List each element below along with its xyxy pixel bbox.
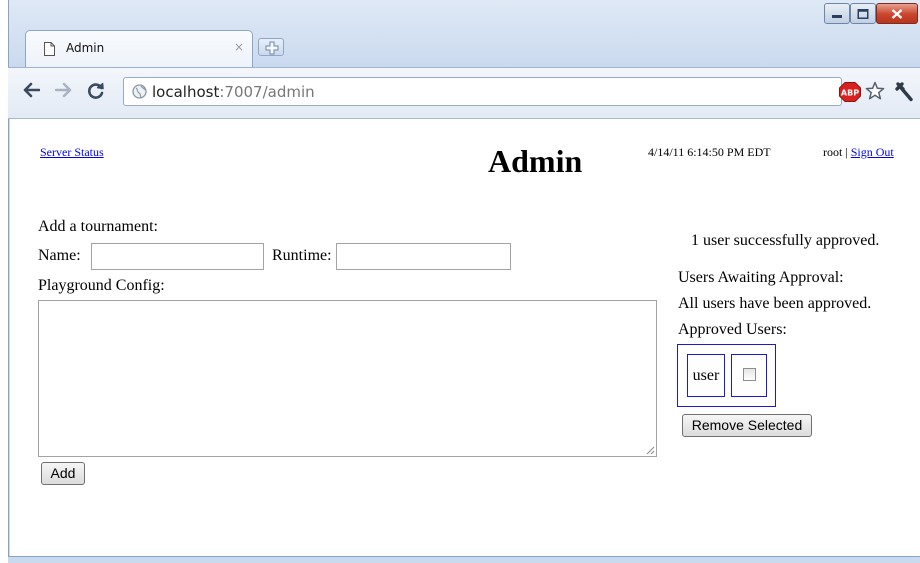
maximize-button[interactable] (850, 3, 876, 24)
runtime-label: Runtime: (272, 247, 332, 264)
playground-config-textarea[interactable] (38, 300, 657, 457)
url-path: :7007/admin (219, 83, 315, 101)
minimize-button[interactable] (824, 3, 850, 24)
new-tab-button[interactable] (258, 38, 284, 56)
window-bottom-border (8, 556, 920, 563)
browser-toolbar: localhost:7007/admin ABP (8, 67, 920, 119)
page-icon (44, 42, 55, 56)
name-input[interactable] (91, 243, 264, 270)
minimize-icon (832, 14, 842, 18)
tab-title: Admin (66, 41, 105, 55)
abp-label: ABP (841, 89, 859, 98)
page-title: Admin (488, 143, 583, 179)
runtime-input[interactable] (336, 243, 511, 270)
server-status-link[interactable]: Server Status (40, 145, 104, 160)
remove-selected-button[interactable]: Remove Selected (682, 414, 812, 437)
approval-notice: 1 user successfully approved. (691, 232, 880, 249)
user-links: root | Sign Out (823, 145, 894, 160)
back-arrow-icon[interactable] (22, 82, 40, 98)
address-bar[interactable]: localhost:7007/admin (123, 77, 842, 106)
approved-users-table: user (677, 344, 776, 407)
url-text: localhost:7007/admin (152, 83, 315, 101)
playground-config-label: Playground Config: (38, 277, 165, 294)
name-label: Name: (38, 247, 81, 264)
globe-icon (132, 84, 147, 99)
page-content: Server Status Admin 4/14/11 6:14:50 PM E… (10, 119, 920, 556)
close-button[interactable] (876, 3, 918, 24)
bookmark-star-icon[interactable] (865, 81, 885, 101)
user-separator: | (845, 145, 848, 159)
table-cell-select (731, 354, 767, 397)
new-tab-icon (265, 41, 279, 55)
timestamp: 4/14/11 6:14:50 PM EDT (648, 145, 771, 159)
resize-grip-icon[interactable] (646, 446, 655, 455)
forward-arrow-icon[interactable] (55, 82, 73, 98)
approved-users-heading: Approved Users: (678, 321, 787, 338)
close-icon (891, 8, 903, 19)
username: root (823, 145, 843, 159)
add-tournament-heading: Add a tournament: (38, 218, 158, 235)
user-select-checkbox[interactable] (743, 368, 756, 381)
awaiting-approval-heading: Users Awaiting Approval: (678, 269, 844, 286)
sign-out-link[interactable]: Sign Out (851, 145, 894, 159)
add-tournament-button[interactable]: Add (41, 462, 85, 485)
reload-icon[interactable] (87, 82, 105, 100)
table-cell-username: user (687, 354, 725, 397)
tab-close-icon[interactable]: × (234, 40, 244, 54)
url-host: localhost (152, 83, 220, 101)
wrench-icon[interactable] (894, 81, 914, 103)
browser-tab[interactable]: Admin × (25, 30, 253, 67)
maximize-icon (857, 8, 869, 19)
adblock-plus-icon[interactable]: ABP (839, 82, 861, 102)
awaiting-approval-message: All users have been approved. (678, 295, 872, 312)
